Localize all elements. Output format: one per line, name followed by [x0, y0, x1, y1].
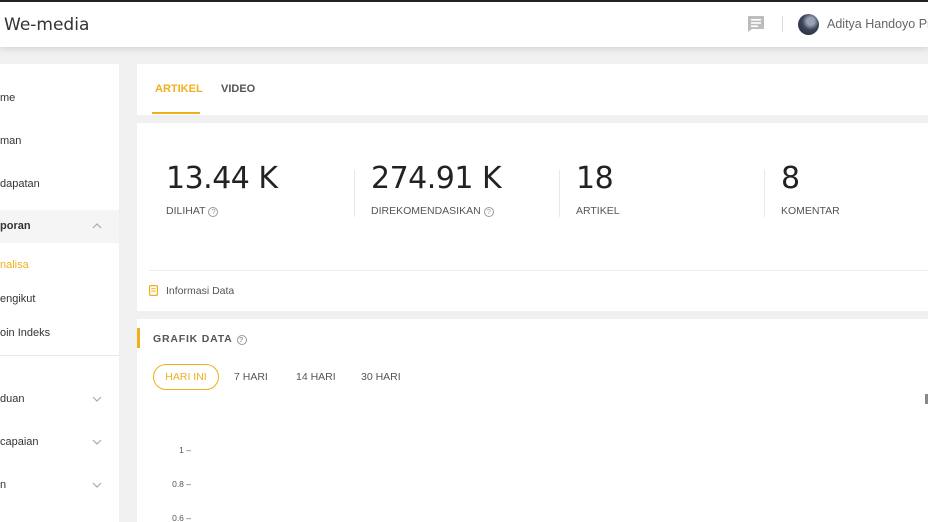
stat-articles-value: 18	[576, 161, 614, 196]
range-30-days-button[interactable]: 30 HARI	[361, 371, 401, 383]
chevron-down-icon	[92, 482, 102, 488]
sidebar-item-label: man	[0, 135, 22, 147]
stat-divider	[764, 170, 765, 217]
document-icon[interactable]	[149, 285, 158, 296]
chevron-down-icon	[92, 439, 102, 445]
range-7-days-button[interactable]: 7 HARI	[234, 371, 268, 383]
help-icon[interactable]: ?	[236, 335, 247, 345]
stats-card: 13.44 K DILIHAT? 274.91 K DIREKOMENDASIK…	[137, 123, 928, 311]
sidebar-item-followers[interactable]: engikut	[0, 283, 119, 316]
sidebar-item-label: poran	[0, 220, 31, 232]
sidebar-item-income[interactable]: dapatan	[0, 168, 119, 201]
sidebar: me man dapatan poran nalisa engikut oin …	[0, 64, 119, 522]
section-accent-bar	[137, 328, 140, 348]
tab-artikel[interactable]: ARTIKEL	[155, 83, 203, 95]
brand-title[interactable]: We-media	[4, 15, 89, 35]
stats-separator	[149, 270, 928, 271]
stat-comments-label: KOMENTAR	[781, 205, 840, 217]
y-axis-tick-label: 1 –	[179, 445, 191, 455]
sidebar-item-settings[interactable]: n	[0, 469, 119, 502]
stat-comments-value: 8	[781, 161, 800, 196]
sidebar-item-label: me	[0, 92, 16, 104]
tab-video[interactable]: VIDEO	[221, 83, 255, 95]
user-name[interactable]: Aditya Handoyo Pr	[827, 17, 928, 31]
sidebar-item-guide[interactable]: duan	[0, 383, 119, 416]
stat-articles-label: ARTIKEL	[576, 205, 620, 217]
stat-views-value: 13.44 K	[166, 161, 278, 196]
header-divider	[782, 16, 783, 32]
stat-divider	[354, 170, 355, 217]
sidebar-item-content[interactable]: man	[0, 125, 119, 158]
y-axis-tick-label: 0.8 –	[172, 479, 191, 489]
stat-views-label: DILIHAT?	[166, 205, 219, 217]
sidebar-divider	[0, 355, 119, 356]
sidebar-item-label: dapatan	[0, 178, 40, 190]
sidebar-item-label: duan	[0, 393, 25, 405]
help-icon[interactable]: ?	[483, 207, 494, 217]
top-header: We-media Aditya Handoyo Pr	[0, 2, 928, 47]
sidebar-item-label: nalisa	[0, 259, 29, 271]
stat-recommended-value: 274.91 K	[371, 161, 502, 196]
message-icon[interactable]	[746, 15, 766, 32]
graph-title: GRAFIK DATA?	[153, 333, 247, 345]
content-tabs: ARTIKEL VIDEO	[137, 64, 928, 115]
sidebar-item-report[interactable]: poran	[0, 210, 119, 243]
sidebar-item-label: engikut	[0, 293, 36, 305]
chevron-down-icon	[92, 396, 102, 402]
stat-divider	[559, 170, 560, 217]
stat-recommended-label: DIREKOMENDASIKAN?	[371, 205, 494, 217]
y-axis-tick-label: 0.6 –	[172, 513, 191, 522]
sidebar-item-index[interactable]: oin Indeks	[0, 317, 119, 350]
sidebar-item-label: n	[0, 479, 7, 491]
sidebar-item-home[interactable]: me	[0, 82, 119, 115]
help-icon[interactable]: ?	[208, 207, 219, 217]
sidebar-item-analysis[interactable]: nalisa	[0, 249, 119, 282]
sidebar-item-achievement[interactable]: capaian	[0, 426, 119, 459]
sidebar-item-label: capaian	[0, 436, 39, 448]
data-info-link[interactable]: Informasi Data	[166, 285, 234, 297]
graph-card: GRAFIK DATA? HARI INI 7 HARI 14 HARI 30 …	[137, 319, 928, 522]
sidebar-item-label: oin Indeks	[0, 327, 51, 339]
avatar[interactable]	[798, 14, 819, 35]
chevron-up-icon	[92, 223, 102, 229]
range-14-days-button[interactable]: 14 HARI	[296, 371, 336, 383]
active-tab-indicator	[152, 112, 200, 114]
range-today-button[interactable]: HARI INI	[153, 364, 219, 390]
